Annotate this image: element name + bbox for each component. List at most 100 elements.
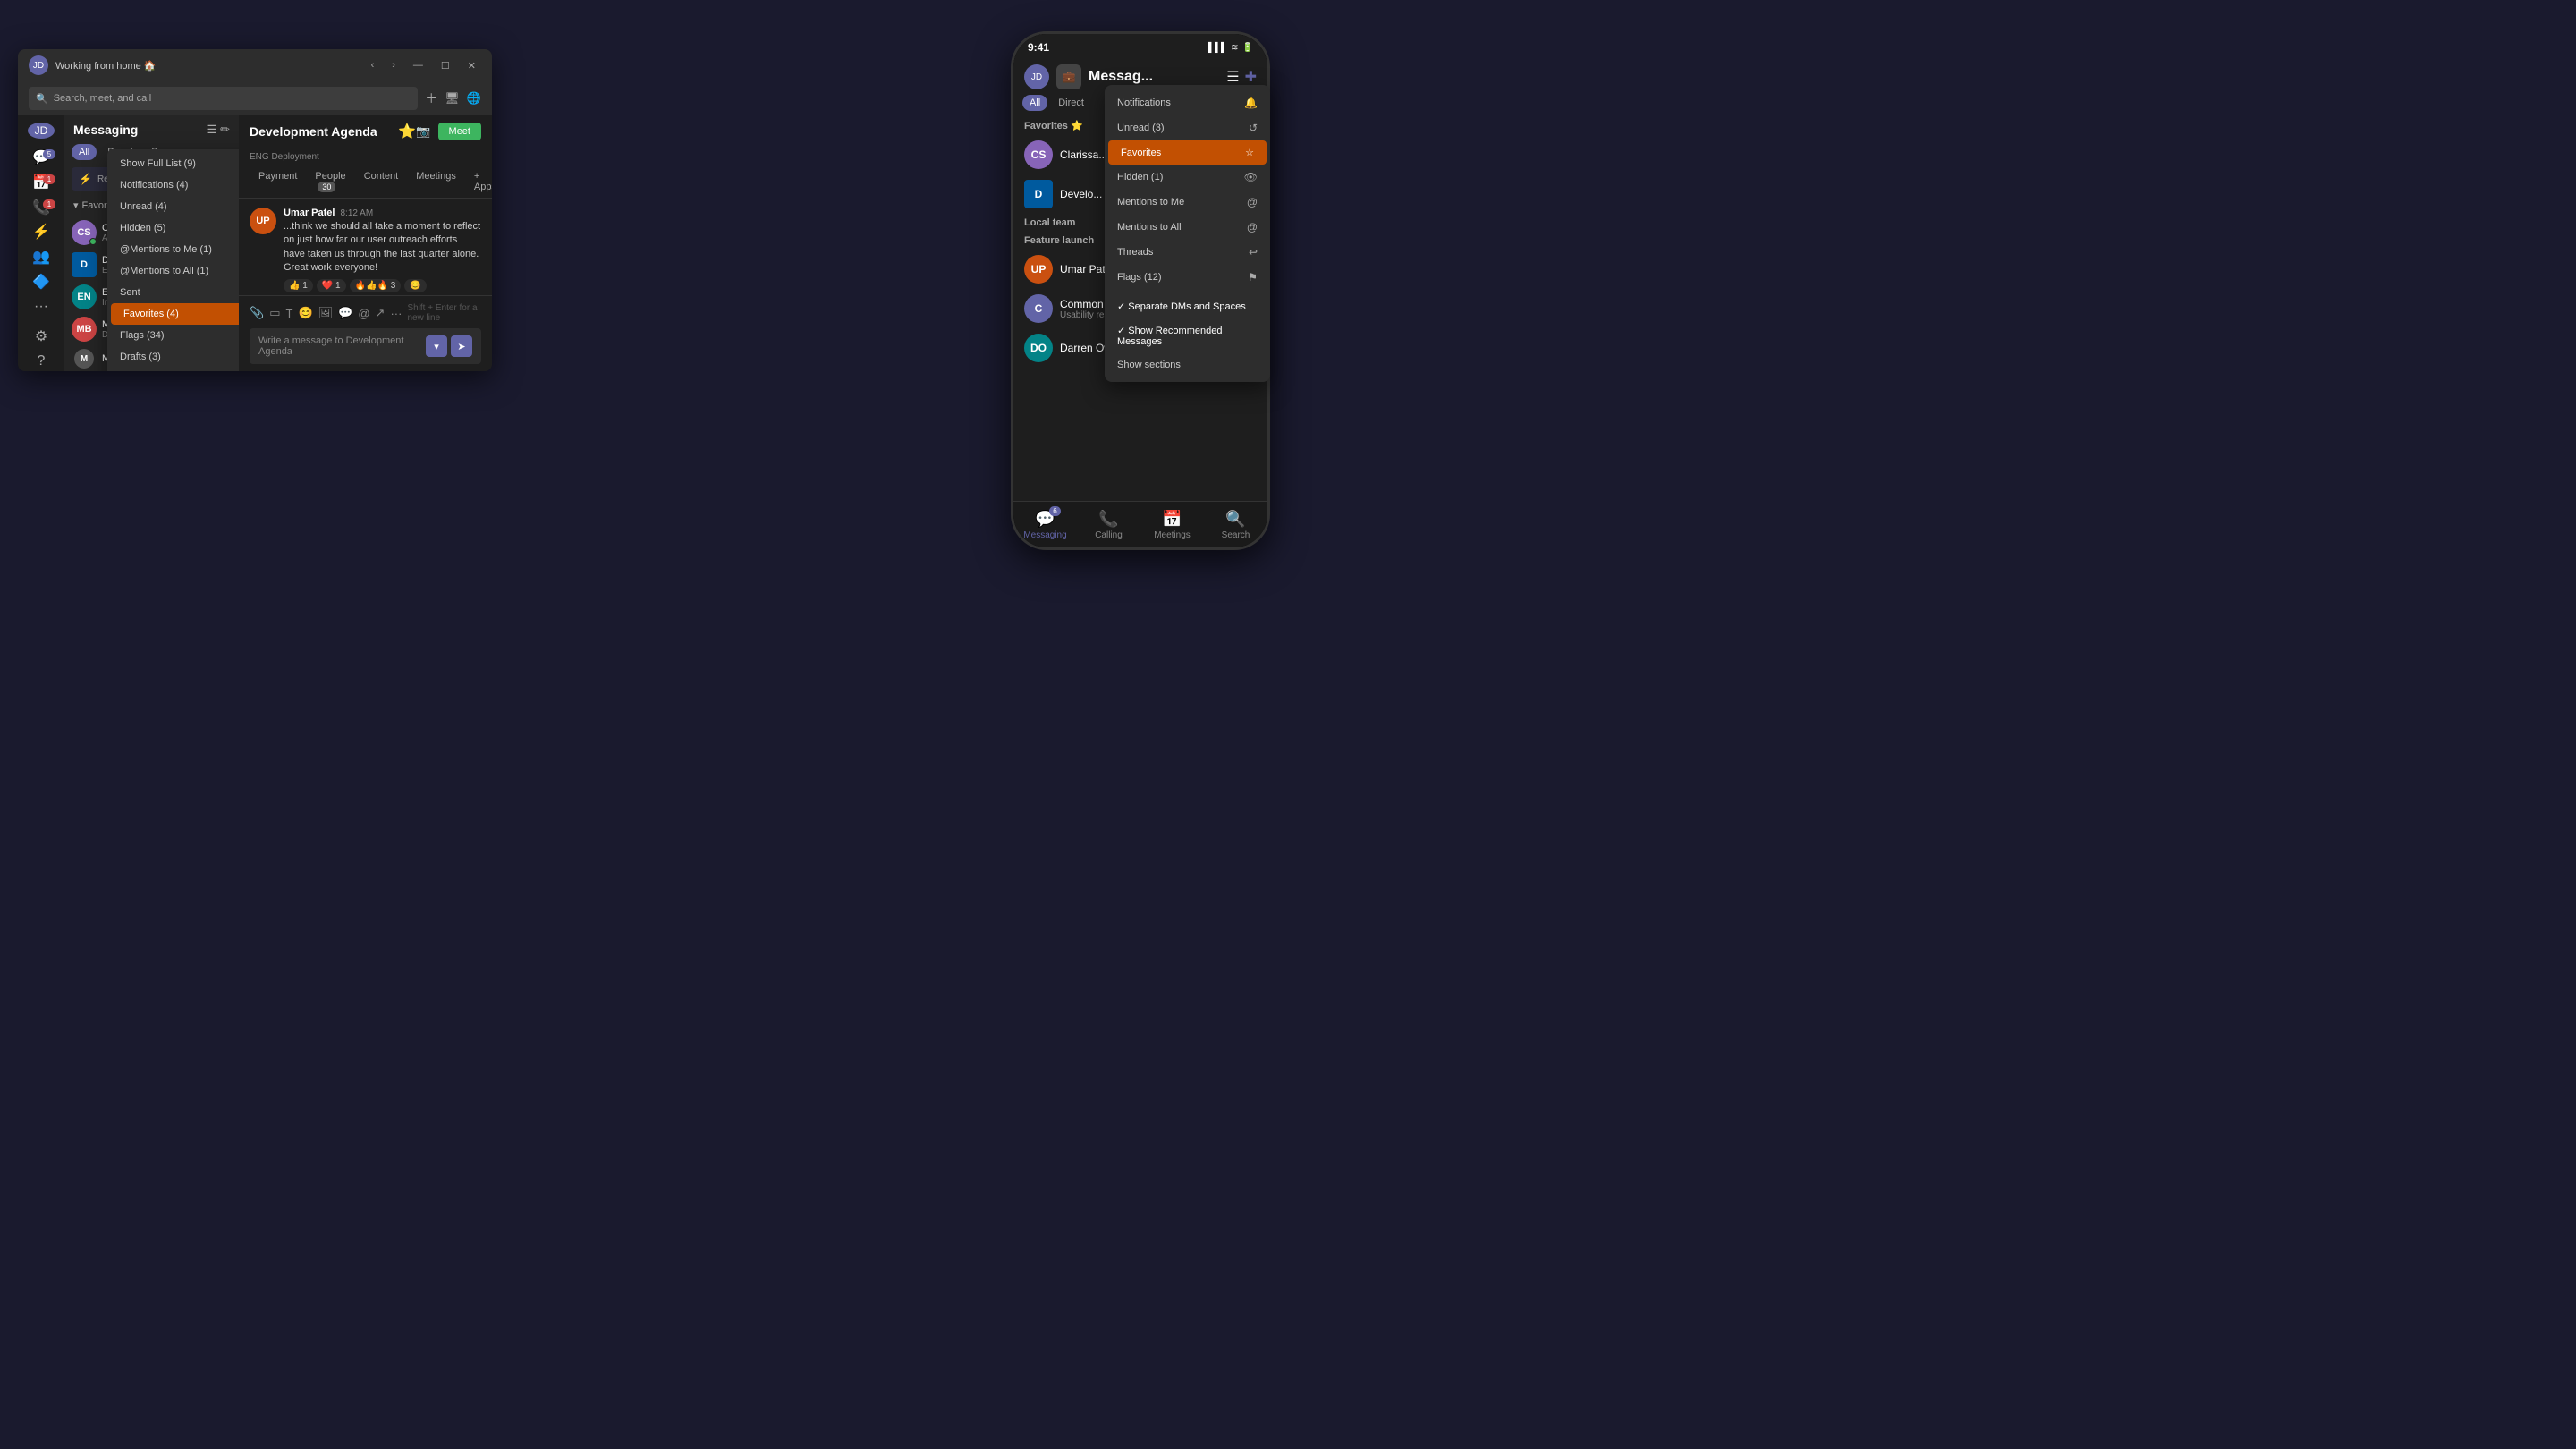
gif-icon[interactable]: 🖼 <box>318 306 334 320</box>
rail-teams[interactable]: 👥 <box>25 247 57 267</box>
meetings-nav-label: Meetings <box>1154 530 1191 540</box>
rail-help[interactable]: ? <box>25 352 57 371</box>
rail-calendar[interactable]: 📅 1 <box>25 173 57 192</box>
phone-darren-avatar: DO <box>1024 334 1053 362</box>
user-avatar[interactable]: JD <box>28 123 55 139</box>
rail-chat[interactable]: 💬 5 <box>25 148 57 167</box>
messages-area[interactable]: UP Umar Patel 8:12 AM ...think we should… <box>239 199 492 295</box>
reaction-heart[interactable]: ❤️ 1 <box>317 279 346 292</box>
meet-button[interactable]: Meet <box>438 123 481 140</box>
rail-activity[interactable]: ⚡ <box>25 222 57 242</box>
menu-flags[interactable]: Flags (34) <box>107 325 239 346</box>
add-btn[interactable]: ＋ <box>425 89 437 107</box>
menu-favorites[interactable]: Favorites (4) <box>111 303 239 325</box>
menu-label: Show Full List (9) <box>120 158 196 169</box>
phone-tab-all[interactable]: All <box>1022 95 1047 111</box>
phone-common-avatar: C <box>1024 294 1053 323</box>
phone-menu-threads[interactable]: Threads ↩ <box>1105 240 1270 265</box>
filter-tab-all[interactable]: All <box>72 144 97 160</box>
menu-drafts[interactable]: Drafts (3) <box>107 346 239 368</box>
send-btn[interactable]: ➤ <box>451 335 472 357</box>
tab-people[interactable]: People 30 <box>306 165 354 198</box>
attach-icon[interactable]: 📎 <box>250 306 264 320</box>
clarissa-avatar: CS <box>72 220 97 245</box>
phone-menu-notifications[interactable]: Notifications 🔔 <box>1105 90 1270 115</box>
minimize-btn[interactable]: — <box>408 58 428 73</box>
phone-menu-threads-label: Threads <box>1117 247 1153 258</box>
reaction-fire[interactable]: 🔥👍🔥 3 <box>350 279 402 292</box>
emoji-icon[interactable]: 😊 <box>298 306 312 320</box>
reaction-thumbs[interactable]: 👍 1 <box>284 279 313 292</box>
window-title: Working from home 🏠 <box>55 60 366 72</box>
phone-list-icon[interactable]: ☰ <box>1226 68 1239 86</box>
menu-mentions-me[interactable]: @Mentions to Me (1) <box>107 239 239 260</box>
rail-apps[interactable]: 🔷 <box>25 272 57 292</box>
menu-hidden[interactable]: Hidden (5) <box>107 217 239 239</box>
phone-nav-calling[interactable]: 📞 Calling <box>1077 502 1140 547</box>
loop-icon[interactable]: ↗ <box>376 306 386 320</box>
phone-menu-show-sections[interactable]: Show sections <box>1105 353 1270 377</box>
text-format-icon[interactable]: T <box>285 307 292 320</box>
menu-label: Sent <box>120 287 140 298</box>
tab-payment[interactable]: Payment <box>250 165 306 198</box>
phone-menu-favorites[interactable]: Favorites ☆ <box>1108 140 1267 165</box>
matthew-avatar: MB <box>72 317 97 342</box>
edge-icon[interactable]: 🌐 <box>467 91 481 106</box>
phone-menu-show-recommended[interactable]: ✓ Show Recommended Messages <box>1105 318 1270 353</box>
calls-badge: 1 <box>43 199 55 209</box>
tab-meetings[interactable]: Meetings <box>407 165 465 198</box>
phone-menu-unread[interactable]: Unread (3) ↺ <box>1105 115 1270 140</box>
sidebar-compose-icon[interactable]: ✏ <box>220 123 230 137</box>
menu-show-full-list[interactable]: Show Full List (9) <box>107 153 239 174</box>
phone-menu-favorites-icon: ☆ <box>1245 147 1254 158</box>
send-options-btn[interactable]: ▾ <box>426 335 447 357</box>
threads-icon: ↩ <box>1249 246 1258 258</box>
reaction-smile[interactable]: 😊 <box>404 279 426 292</box>
search-bar[interactable]: 🔍 Search, meet, and call <box>29 87 418 110</box>
menu-notifications[interactable]: Notifications (4) <box>107 174 239 196</box>
nav-forward[interactable]: › <box>386 58 401 73</box>
message-input[interactable]: Write a message to Development Agenda ▾ … <box>250 328 481 364</box>
rail-calls[interactable]: 📞 1 <box>25 198 57 217</box>
phone-tab-direct[interactable]: Direct <box>1051 95 1091 111</box>
sidebar-actions: ☰ ✏ <box>206 123 230 137</box>
phone-compose-icon[interactable]: ✚ <box>1245 68 1257 86</box>
maximize-btn[interactable]: ☐ <box>436 58 455 73</box>
menu-sent[interactable]: Sent <box>107 282 239 303</box>
more-tools-icon[interactable]: ··· <box>390 307 402 320</box>
video-icon[interactable]: 📷 <box>416 124 430 139</box>
close-btn[interactable]: ✕ <box>462 58 481 73</box>
tab-content[interactable]: Content <box>355 165 408 198</box>
phone-menu-mentions-me[interactable]: Mentions to Me @ <box>1105 190 1270 215</box>
phone-user-avatar[interactable]: JD <box>1024 64 1049 89</box>
menu-unread[interactable]: Unread (4) <box>107 196 239 217</box>
app-header: 🔍 Search, meet, and call ＋ 🖥 🌐 <box>18 81 492 115</box>
sticker-icon[interactable]: 💬 <box>338 306 352 320</box>
tab-apps[interactable]: + Apps <box>465 165 492 198</box>
mention-icon[interactable]: @ <box>358 307 369 320</box>
rail-more[interactable]: ··· <box>25 297 57 317</box>
menu-mentions-all[interactable]: @Mentions to All (1) <box>107 260 239 282</box>
menu-reminders[interactable]: Reminders (2) <box>107 368 239 371</box>
phone-menu-hidden[interactable]: Hidden (1) 👁 <box>1105 165 1270 190</box>
window-controls: ‹ › — ☐ ✕ <box>366 58 481 73</box>
menu-label: Notifications (4) <box>120 180 188 191</box>
channel-star-icon[interactable]: ⭐ <box>398 123 416 140</box>
sidebar-filter-icon[interactable]: ☰ <box>206 123 216 137</box>
phone-menu-mentions-all[interactable]: Mentions to All @ <box>1105 215 1270 240</box>
phone-menu-flags[interactable]: Flags (12) ⚑ <box>1105 265 1270 290</box>
rail-settings[interactable]: ⚙ <box>25 327 57 347</box>
format-icon[interactable]: ▭ <box>269 306 280 320</box>
phone-nav-search[interactable]: 🔍 Search <box>1204 502 1267 547</box>
phone-nav-meetings[interactable]: 📅 Meetings <box>1140 502 1204 547</box>
bell-icon: 🔔 <box>1244 97 1258 109</box>
message-group-umar: UP Umar Patel 8:12 AM ...think we should… <box>250 208 481 292</box>
messaging-nav-badge: 6 <box>1049 506 1060 516</box>
phone-menu-separate-dms[interactable]: ✓ Separate DMs and Spaces <box>1105 294 1270 318</box>
sidebar: Messaging ☰ ✏ All Direct Spaces ⚡ Recomm… <box>64 115 239 371</box>
phone-status-icon[interactable]: 💼 <box>1056 64 1081 89</box>
connect-device-icon[interactable]: 🖥 <box>445 91 460 106</box>
nav-back[interactable]: ‹ <box>366 58 380 73</box>
phone-nav-messaging[interactable]: 💬 6 Messaging <box>1013 502 1077 547</box>
phone-clarissa-avatar: CS <box>1024 140 1053 169</box>
